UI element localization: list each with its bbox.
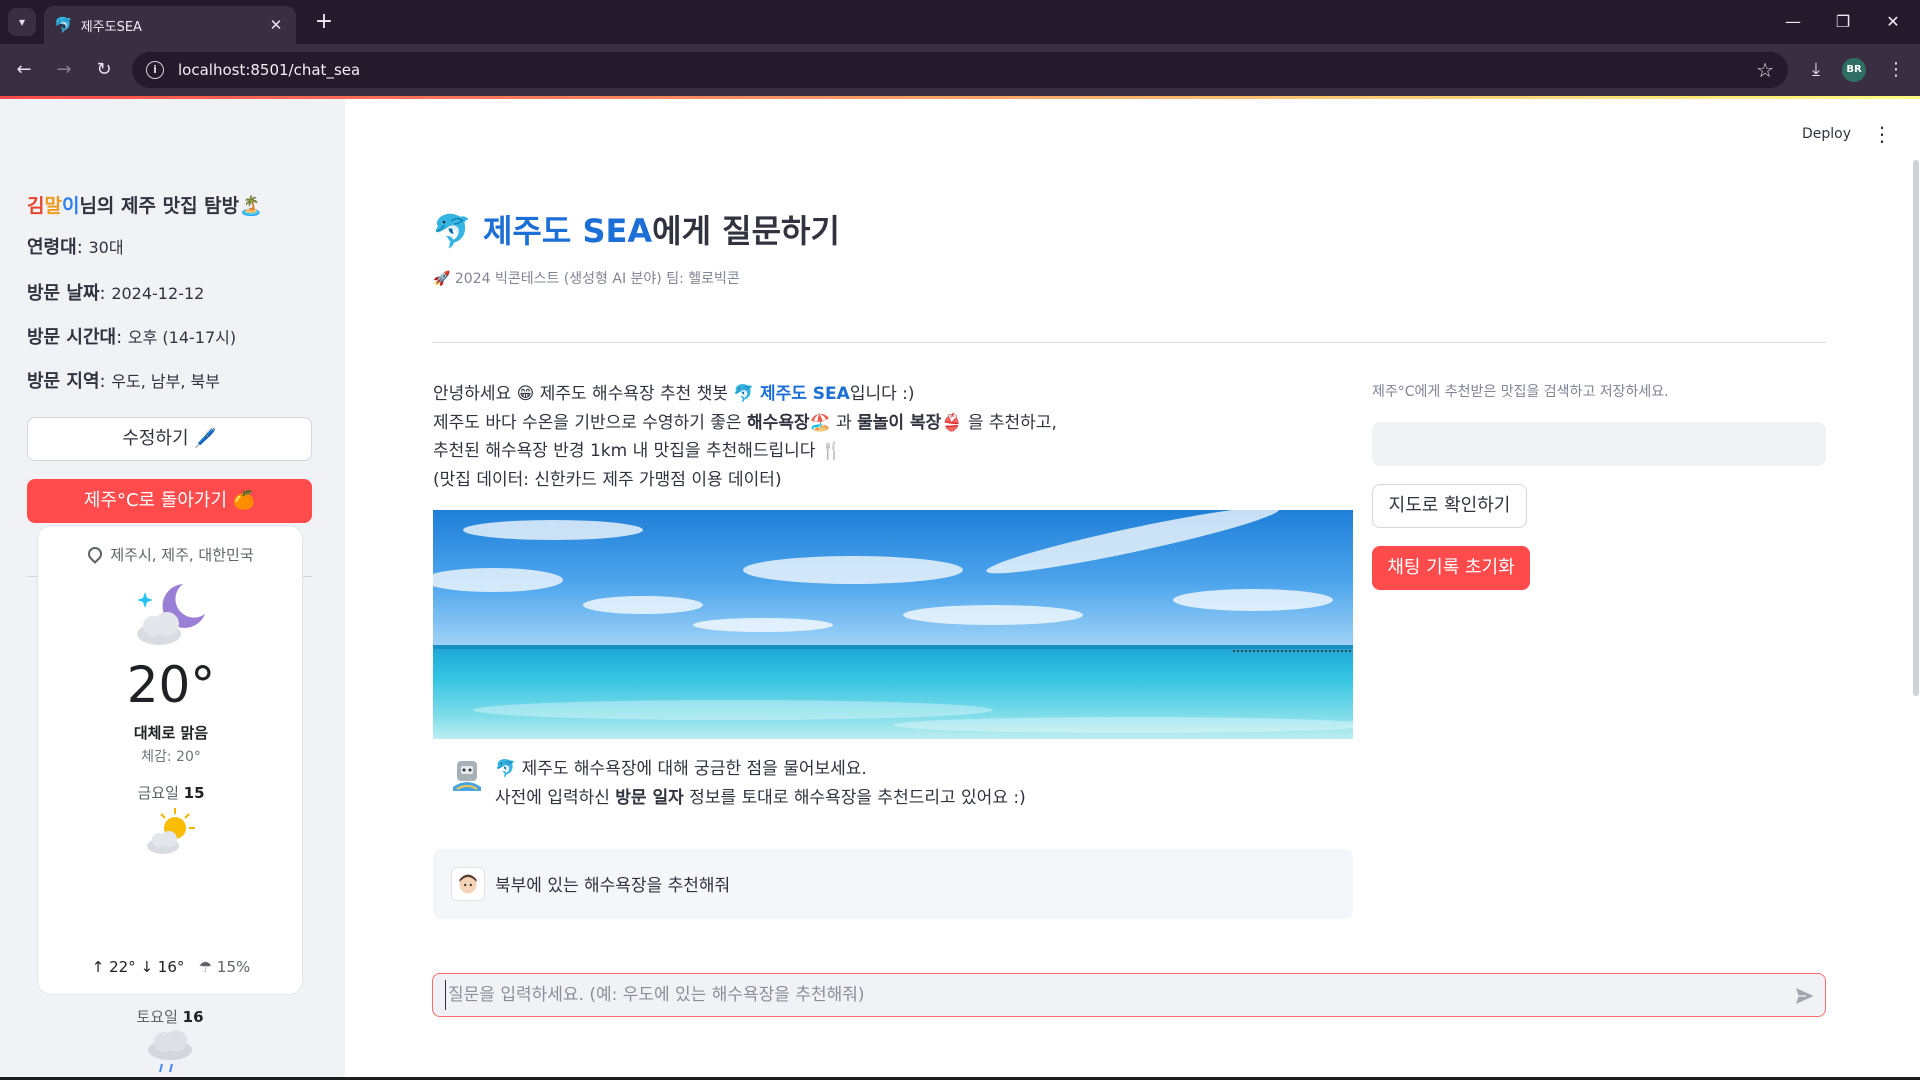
beach-banner-image [433,510,1353,739]
visit-time-value: 오후 (14-17시) [127,328,237,347]
chat-input-container [432,973,1826,1017]
forecast-day-2-date: 16 [182,1008,204,1026]
restore-icon[interactable]: ❐ [1820,8,1866,36]
back-arrow-icon[interactable]: ← [10,56,38,84]
weather-condition: 대체로 맑음 [133,724,209,742]
visit-time-row: 방문 시간대: 오후 (14-17시) [27,327,237,348]
intro-swimwear: 물놀이 복장 [857,412,942,433]
intro-text: 안녕하세요 😁 제주도 해수욕장 추천 챗봇 🐬 제주도 SEA입니다 :) 제… [433,380,1057,494]
forecast-day-2: 토요일 16 [37,1006,303,1027]
age-label: 연령대 [27,237,77,258]
current-temperature: 20° [126,656,216,714]
page-title-brand: 제주도 SEA [482,212,653,250]
reload-icon[interactable]: ↻ [90,56,118,84]
age-value: 30대 [88,238,124,257]
weather-widget: 제주시, 제주, 대한민국 20° 대체로 맑음 체감: 20° 금요일 15 … [37,525,303,995]
page-title: 🐬 제주도 SEA에게 질문하기 [432,206,840,252]
forecast-high: ↑ 22° [91,958,136,976]
user-message: 북부에 있는 해수욕장을 추천해줘 [433,849,1353,919]
page-caption: 🚀 2024 빅콘테스트 (생성형 AI 분야) 팀: 헬로빅콘 [433,271,740,287]
intro-beach: 해수욕장 [746,412,810,433]
visit-region-row: 방문 지역: 우도, 남부, 북부 [27,371,220,392]
weather-location-text: 제주시, 제주, 대한민국 [110,546,254,564]
restaurant-search-input[interactable] [1372,422,1826,466]
scrollbar[interactable] [1913,160,1919,696]
intro-line-3: 추천된 해수욕장 반경 1km 내 맛집을 추천해드립니다 🍴 [433,441,843,461]
bot-avatar-icon [453,761,481,791]
tab-close-icon[interactable]: ✕ [266,16,286,34]
browser-tab-strip: ▾ 🐬 제주도SEA ✕ + — ❐ ✕ [0,0,1920,44]
user-name-char-3: 이 [61,195,80,217]
download-icon[interactable]: ⤓ [1802,56,1830,84]
location-pin-icon [85,544,106,564]
tab-search-chevron-icon[interactable]: ▾ [8,8,36,36]
user-message-text: 북부에 있는 해수욕장을 추천해줘 [495,876,731,896]
intro-line-1: 안녕하세요 😁 제주도 해수욕장 추천 챗봇 🐬 [433,384,760,404]
intro-line-1-end: 입니다 :) [849,384,915,404]
forecast-day-1-range: ↑ 22° ↓ 16° ☂ 15% [38,958,304,976]
intro-line-4: (맛집 데이터: 신한카드 제주 가맹점 이용 데이터) [433,469,782,490]
user-name-char-2: 말 [44,195,62,217]
tab-title: 제주도SEA [80,19,142,35]
partly-cloudy-night-icon [137,584,205,645]
sidebar-title: 김말이님의 제주 맛집 탐방🏝️ [27,191,263,218]
forecast-day-1-date: 15 [183,784,205,802]
intro-line-2-mid: 🏖️ 과 [809,412,858,433]
assistant-line-2: 사전에 입력하신 [495,787,616,808]
assistant-line-1: 🐬 제주도 해수욕장에 대해 궁금한 점을 물어보세요. [495,759,867,779]
send-icon[interactable] [1793,984,1817,1008]
main-menu-icon[interactable]: ⋮ [1872,122,1892,146]
edit-button[interactable]: 수정하기 🖊️ [27,417,312,461]
assistant-visit-date: 방문 일자 [615,787,684,808]
window-close-icon[interactable]: ✕ [1870,8,1916,36]
main-divider [432,342,1826,343]
page-title-text: 에게 질문하기 [652,212,840,250]
rain-cloud-icon [148,1030,192,1073]
assistant-message-text: 🐬 제주도 해수욕장에 대해 궁금한 점을 물어보세요. 사전에 입력하신 방문… [495,755,1026,812]
visit-region-value: 우도, 남부, 북부 [111,372,220,391]
weather-location: 제주시, 제주, 대한민국 [38,544,304,565]
url-text[interactable]: localhost:8501/chat_sea [178,61,1756,79]
visit-date-label: 방문 날짜 [27,283,100,304]
forecast-low: ↓ 16° [140,958,185,976]
restaurant-search-caption: 제주°C에게 추천받은 맛집을 검색하고 저장하세요. [1372,384,1669,400]
forecast-precipitation: ☂ 15% [198,958,251,976]
age-row: 연령대: 30대 [27,237,124,258]
intro-line-2-end: 👙 을 추천하고, [941,412,1057,433]
dolphin-icon: 🐬 [432,212,472,250]
forecast-day-1: 금요일 15 [38,782,304,803]
forward-arrow-icon[interactable]: → [50,56,78,84]
browser-menu-icon[interactable]: ⋮ [1882,56,1910,84]
bookmark-star-icon[interactable]: ☆ [1756,58,1774,82]
chat-input[interactable] [445,980,1765,1010]
visit-date-value: 2024-12-12 [111,284,205,303]
reset-chat-button[interactable]: 채팅 기록 초기화 [1372,546,1530,590]
tab-favicon-icon: 🐬 [54,16,73,34]
sidebar-title-text: 님의 제주 맛집 탐방 [79,195,240,217]
visit-region-label: 방문 지역 [27,371,100,392]
visit-date-row: 방문 날짜: 2024-12-12 [27,283,205,304]
assistant-message: 🐬 제주도 해수욕장에 대해 궁금한 점을 물어보세요. 사전에 입력하신 방문… [433,755,1353,825]
island-icon: 🏝️ [239,195,263,217]
user-avatar-icon [451,867,485,901]
deploy-button[interactable]: Deploy [1802,126,1851,142]
site-info-icon[interactable]: i [146,61,164,79]
browser-toolbar: ← → ↻ i localhost:8501/chat_sea ☆ ⤓ BR ⋮ [0,44,1920,96]
profile-avatar[interactable]: BR [1842,58,1866,82]
address-bar[interactable]: i localhost:8501/chat_sea ☆ [132,52,1788,88]
visit-time-label: 방문 시간대 [27,327,117,348]
intro-line-2: 제주도 바다 수온을 기반으로 수영하기 좋은 [433,412,747,433]
forecast-day-2-name: 토요일 [136,1008,178,1026]
user-name-char-1: 김 [27,195,45,217]
browser-tab[interactable]: 🐬 제주도SEA ✕ [44,6,296,44]
partly-sunny-icon [147,808,195,854]
back-to-jejuc-button[interactable]: 제주°C로 돌아가기 🍊 [27,479,312,523]
minimize-icon[interactable]: — [1770,8,1816,36]
assistant-line-2-end: 정보를 토대로 해수욕장을 추천드리고 있어요 :) [683,787,1026,808]
feels-like: 체감: 20° [141,749,201,765]
forecast-day-1-name: 금요일 [137,784,179,802]
new-tab-plus-icon[interactable]: + [310,8,338,36]
view-on-map-button[interactable]: 지도로 확인하기 [1372,484,1527,528]
intro-brand: 제주도 SEA [759,384,850,404]
